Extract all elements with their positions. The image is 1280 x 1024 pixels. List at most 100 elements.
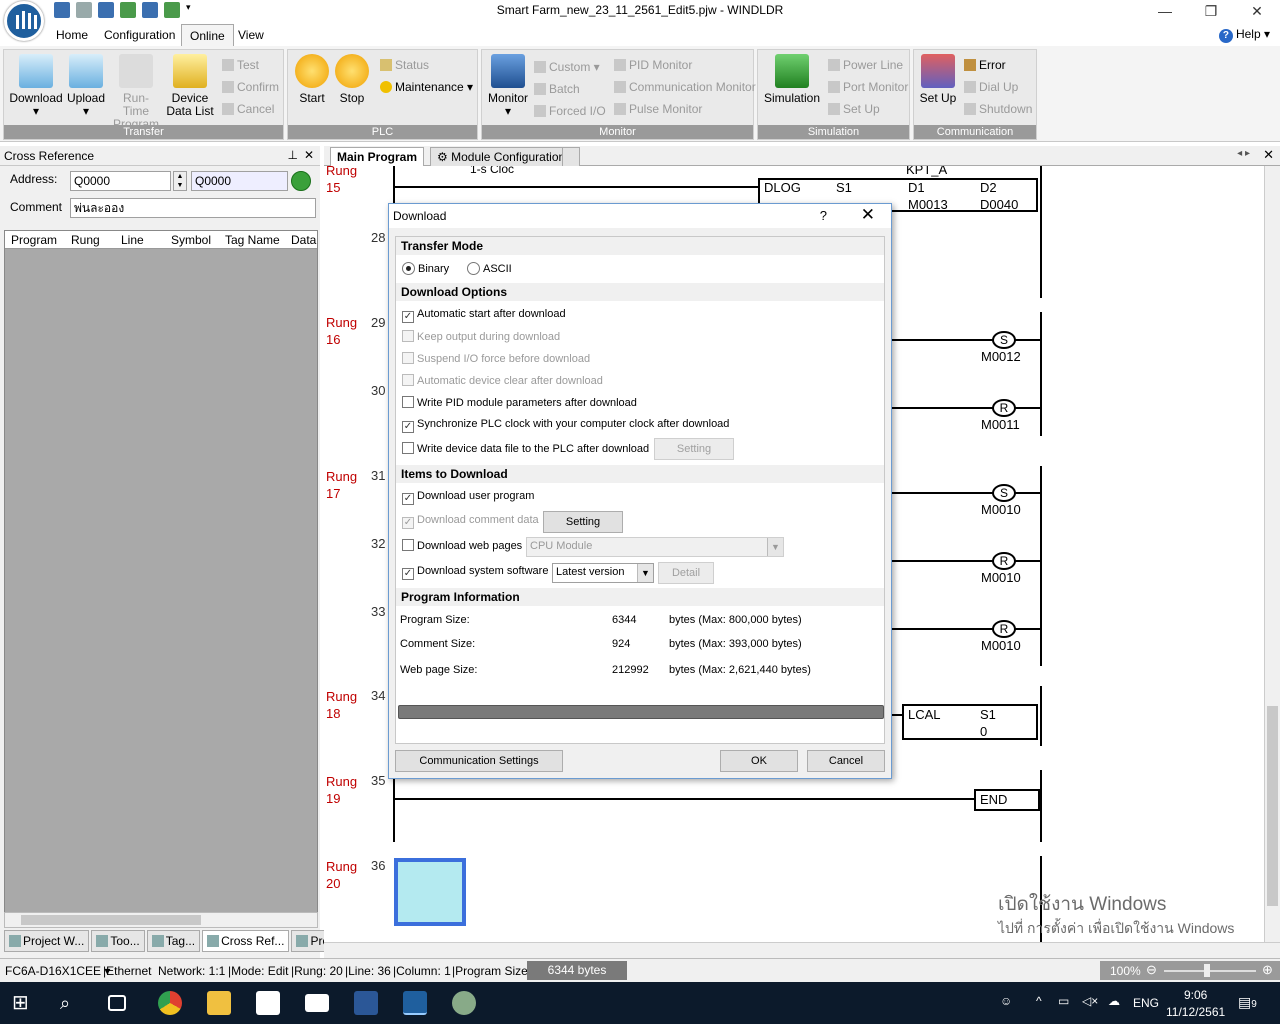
reset-coil[interactable]: R: [992, 552, 1016, 570]
pin-icon[interactable]: ⊥: [288, 148, 298, 162]
network-icon[interactable]: ▭: [1058, 994, 1069, 1008]
restore-button[interactable]: ❐: [1188, 0, 1234, 24]
option-write-device-data[interactable]: Write device data file to the PLC after …: [402, 442, 649, 455]
option-sync-clock[interactable]: ✓ Synchronize PLC clock with your compute…: [402, 418, 729, 433]
tray-chevron-icon[interactable]: ^: [1036, 994, 1042, 1008]
col-line[interactable]: Line: [121, 233, 144, 247]
custom-button[interactable]: Custom ▾: [534, 60, 600, 74]
app-icon[interactable]: [452, 991, 476, 1015]
option-keep-output[interactable]: Keep output during download: [402, 330, 560, 343]
tab-new[interactable]: [562, 147, 580, 166]
tab-configuration[interactable]: Configuration: [96, 24, 183, 46]
notification-icon[interactable]: ▤9: [1238, 994, 1257, 1011]
app-logo-icon[interactable]: [4, 1, 44, 41]
tab-tag[interactable]: Tag...: [146, 930, 201, 952]
sim-setup-button[interactable]: Set Up: [828, 102, 880, 116]
error-button[interactable]: Error: [964, 58, 1006, 72]
address-to-input[interactable]: [191, 171, 288, 191]
item-web-pages[interactable]: Download web pages: [402, 539, 522, 552]
col-program[interactable]: Program: [11, 233, 57, 247]
power-line-button[interactable]: Power Line: [828, 58, 903, 72]
address-from-input[interactable]: [70, 171, 171, 191]
tab-online[interactable]: Online: [181, 24, 234, 46]
tab-scroll-arrows[interactable]: ◂ ▸: [1237, 148, 1250, 159]
panel-close-icon[interactable]: ✕: [304, 148, 314, 162]
zoom-out-icon[interactable]: ⊖: [1146, 962, 1157, 978]
cancel-transfer-button[interactable]: Cancel: [222, 102, 274, 116]
option-auto-start[interactable]: ✓ Automatic start after download: [402, 308, 566, 323]
runtime-program-button[interactable]: Run-Time Program: [110, 54, 162, 131]
set-coil[interactable]: S: [992, 484, 1016, 502]
tab-module-configuration[interactable]: ⚙ Module Configuration: [430, 147, 573, 166]
web-pages-select[interactable]: CPU Module ▼: [526, 537, 784, 557]
ascii-radio[interactable]: ASCII: [467, 262, 512, 275]
reset-coil[interactable]: R: [992, 399, 1016, 417]
col-tag-name[interactable]: Tag Name: [225, 233, 280, 247]
zoom-slider-thumb[interactable]: [1204, 964, 1210, 977]
tab-view[interactable]: View: [230, 24, 272, 46]
comment-input[interactable]: [70, 198, 316, 218]
language-indicator[interactable]: ENG: [1133, 996, 1159, 1010]
cross-reference-grid[interactable]: Program Rung Line Symbol Tag Name Data: [4, 230, 318, 918]
status-button[interactable]: Status: [380, 58, 429, 72]
plc-type[interactable]: FC6A-D16X1CEE ▾: [5, 964, 110, 978]
reset-coil[interactable]: R: [992, 620, 1016, 638]
comment-setting-button[interactable]: Setting: [543, 511, 623, 533]
windows-start-icon[interactable]: ⊞: [12, 991, 36, 1015]
ladder-vertical-scrollbar[interactable]: [1264, 166, 1280, 942]
communication-monitor-button[interactable]: Communication Monitor: [614, 80, 756, 94]
pulse-monitor-button[interactable]: Pulse Monitor: [614, 102, 702, 116]
tab-cross-reference[interactable]: Cross Ref...: [202, 930, 290, 952]
option-auto-clear[interactable]: Automatic device clear after download: [402, 374, 603, 387]
dialog-help-button[interactable]: ?: [820, 208, 827, 223]
communication-settings-button[interactable]: Communication Settings: [395, 750, 563, 772]
people-icon[interactable]: ☺: [1000, 994, 1012, 1008]
refresh-icon[interactable]: [291, 171, 311, 191]
tab-main-program[interactable]: Main Program: [330, 147, 425, 166]
system-software-select[interactable]: Latest version ▼: [552, 563, 654, 583]
col-data[interactable]: Data: [291, 233, 316, 247]
close-button[interactable]: ✕: [1234, 0, 1280, 24]
tab-home[interactable]: Home: [48, 24, 96, 46]
confirm-button[interactable]: Confirm: [222, 80, 279, 94]
shutdown-button[interactable]: Shutdown: [964, 102, 1032, 116]
stop-button[interactable]: Stop: [328, 54, 376, 105]
scroll-thumb[interactable]: [1267, 706, 1278, 906]
item-user-program[interactable]: ✓ Download user program: [402, 490, 534, 505]
test-button[interactable]: Test: [222, 58, 259, 72]
option-write-pid[interactable]: Write PID module parameters after downlo…: [402, 396, 637, 409]
store-icon[interactable]: [256, 991, 280, 1015]
task-view-icon[interactable]: [108, 995, 126, 1011]
mail-icon[interactable]: [305, 994, 329, 1012]
zoom-slider[interactable]: [1164, 970, 1256, 972]
word-icon[interactable]: [354, 991, 378, 1015]
detail-button[interactable]: Detail: [658, 562, 714, 584]
search-icon[interactable]: ⌕: [60, 991, 84, 1015]
panel-horizontal-scrollbar[interactable]: [4, 912, 318, 928]
comm-setup-button[interactable]: Set Up: [914, 54, 962, 105]
set-coil[interactable]: S: [992, 331, 1016, 349]
onedrive-icon[interactable]: ☁: [1108, 994, 1120, 1008]
simulation-button[interactable]: Simulation: [762, 54, 822, 105]
maintenance-button[interactable]: Maintenance ▾: [380, 80, 473, 94]
monitor-button[interactable]: Monitor ▾: [484, 54, 532, 118]
chrome-icon[interactable]: [158, 991, 182, 1015]
scroll-thumb[interactable]: [21, 915, 201, 925]
pid-monitor-button[interactable]: PID Monitor: [614, 58, 692, 72]
tab-project-window[interactable]: Project W...: [4, 930, 90, 952]
option-suspend-force[interactable]: Suspend I/O force before download: [402, 352, 590, 365]
cancel-button[interactable]: Cancel: [807, 750, 885, 772]
download-button[interactable]: Download ▾: [8, 54, 64, 118]
clock-date[interactable]: 11/12/2561: [1166, 1005, 1225, 1019]
item-comment-data[interactable]: ✓ Download comment data: [402, 514, 539, 529]
binary-radio[interactable]: Binary: [402, 262, 449, 275]
clock-time[interactable]: 9:06: [1184, 988, 1207, 1002]
forced-io-button[interactable]: Forced I/O: [534, 104, 606, 118]
col-symbol[interactable]: Symbol: [171, 233, 211, 247]
zoom-in-icon[interactable]: ⊕: [1262, 962, 1273, 978]
windldr-taskbar-icon[interactable]: [403, 991, 427, 1015]
doc-close-icon[interactable]: ✕: [1263, 147, 1274, 163]
zoom-control[interactable]: 100% ⊖ ⊕: [1100, 961, 1280, 980]
device-data-setting-button[interactable]: Setting: [654, 438, 734, 460]
upload-button[interactable]: Upload ▾: [62, 54, 110, 118]
